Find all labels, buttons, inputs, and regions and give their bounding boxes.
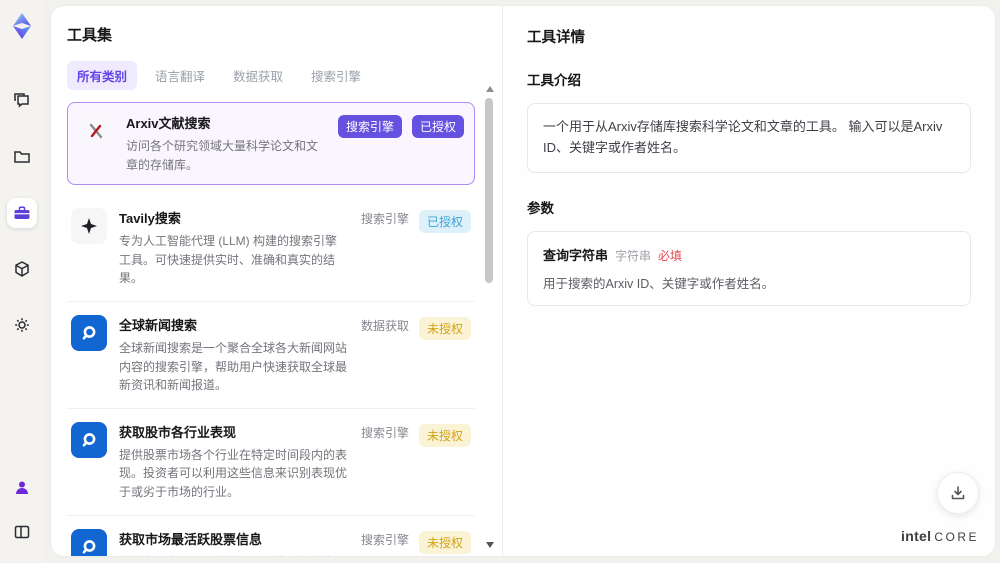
tool-list-item-global-news[interactable]: 全球新闻搜索 全球新闻搜索是一个聚合全球各大新闻网站内容的搜索引擎，帮助用户快速… — [67, 302, 475, 409]
category-tabs: 所有类别 语言翻译 数据获取 搜索引擎 — [67, 61, 475, 90]
auth-status-badge: 未授权 — [418, 316, 471, 340]
tavily-logo-icon — [71, 208, 107, 245]
sidebar-item-settings[interactable] — [7, 310, 37, 340]
category-label: 搜索引擎 — [360, 212, 409, 227]
tool-detail-panel: 工具详情 工具介绍 一个用于从Arxiv存储库搜索科学论文和文章的工具。 输入可… — [502, 6, 995, 556]
news-search-logo-icon — [71, 314, 107, 351]
param-required-badge: 必填 — [658, 248, 683, 263]
tool-list-item-arxiv[interactable]: Arxiv文献搜索 访问各个研究领域大量科学论文和文章的存储库。 搜索引擎 已授… — [67, 102, 475, 186]
list-scrollbar[interactable] — [484, 84, 494, 550]
app-sidebar — [0, 0, 44, 563]
cube-icon — [12, 259, 32, 279]
tool-list-item-most-active-stocks[interactable]: 获取市场最活跃股票信息 提供当天交易量最高的股票列表，投资者可以利用这些信息来识… — [67, 516, 475, 556]
briefcase-icon — [12, 203, 32, 223]
detail-title: 工具详情 — [527, 30, 585, 46]
auth-status-badge: 已授权 — [411, 115, 464, 138]
sidebar-item-tools[interactable] — [7, 198, 37, 228]
collapse-panel-button[interactable] — [7, 517, 37, 547]
tab-all-categories[interactable]: 所有类别 — [67, 61, 138, 90]
tool-description: 全球新闻搜索是一个聚合全球各大新闻网站内容的搜索引擎，帮助用户快速获取全球最新资… — [119, 340, 348, 393]
scroll-up-arrow[interactable] — [486, 86, 494, 92]
tool-list-panel: 工具集 所有类别 语言翻译 数据获取 搜索引擎 Arxiv文献搜索 访问各个研究… — [51, 6, 501, 556]
gear-icon — [12, 315, 32, 335]
scroll-down-arrow[interactable] — [486, 542, 494, 548]
folder-icon — [12, 147, 32, 167]
app-logo-icon — [9, 12, 35, 40]
intro-text: 一个用于从Arxiv存储库搜索科学论文和文章的工具。 输入可以是Arxiv ID… — [543, 119, 943, 155]
tool-description: 访问各个研究领域大量科学论文和文章的存储库。 — [126, 139, 319, 172]
sidebar-item-chat[interactable] — [7, 86, 37, 116]
download-icon — [949, 484, 967, 502]
category-badge: 搜索引擎 — [337, 115, 402, 138]
intro-box: 一个用于从Arxiv存储库搜索科学论文和文章的工具。 输入可以是Arxiv ID… — [527, 103, 971, 173]
tool-name: 获取股市各行业表现 — [119, 424, 237, 440]
tab-search-engine[interactable]: 搜索引擎 — [301, 61, 371, 90]
finance-logo-icon — [71, 528, 107, 556]
brand-secondary: CORE — [934, 530, 979, 544]
category-label: 搜索引擎 — [360, 425, 409, 440]
tool-list-item-sector-performance[interactable]: 获取股市各行业表现 提供股票市场各个行业在特定时间段内的表现。投资者可以利用这些… — [67, 409, 475, 516]
tool-description: 提供股票市场各个行业在特定时间段内的表现。投资者可以利用这些信息来识别表现优于或… — [119, 447, 348, 499]
auth-status-badge: 已授权 — [418, 210, 471, 234]
finance-logo-icon — [71, 421, 107, 458]
tool-name: Tavily搜索 — [119, 211, 181, 227]
category-label: 搜索引擎 — [360, 532, 409, 547]
param-description: 用于搜索的Arxiv ID、关键字或作者姓名。 — [543, 276, 775, 291]
user-avatar[interactable] — [7, 473, 37, 503]
page-title: 工具集 — [67, 27, 113, 44]
auth-status-badge: 未授权 — [418, 423, 471, 447]
tool-list-item-tavily[interactable]: Tavily搜索 专为人工智能代理 (LLM) 构建的搜索引擎工具。可快速提供实… — [67, 195, 475, 302]
tool-name: 全球新闻搜索 — [119, 317, 198, 333]
tool-name: Arxiv文献搜索 — [126, 116, 211, 131]
param-name: 查询字符串 — [543, 247, 609, 263]
auth-status-badge: 未授权 — [418, 530, 471, 554]
panel-layout-icon — [13, 523, 31, 541]
brand-primary: intel — [901, 528, 932, 544]
intel-core-logo: intel CORE — [901, 528, 979, 544]
intro-heading: 工具介绍 — [527, 73, 581, 88]
sidebar-item-files[interactable] — [7, 142, 37, 172]
main-content: 工具集 所有类别 语言翻译 数据获取 搜索引擎 Arxiv文献搜索 访问各个研究… — [50, 5, 996, 557]
param-box: 查询字符串 字符串 必填 用于搜索的Arxiv ID、关键字或作者姓名。 — [527, 230, 971, 306]
scrollbar-thumb[interactable] — [485, 98, 493, 283]
tool-name: 获取市场最活跃股票信息 — [119, 531, 263, 547]
chat-icon — [12, 91, 32, 111]
param-type: 字符串 — [615, 248, 652, 263]
download-button[interactable] — [937, 472, 979, 514]
user-icon — [13, 479, 31, 497]
arxiv-logo-icon — [78, 113, 114, 149]
params-heading: 参数 — [527, 200, 554, 216]
tab-data-fetch[interactable]: 数据获取 — [223, 61, 293, 90]
category-label: 数据获取 — [360, 318, 409, 333]
tool-description: 提供当天交易量最高的股票列表，投资者可以利用这些信息来识别流动性强的股票和潜在的… — [119, 553, 349, 556]
tool-description: 专为人工智能代理 (LLM) 构建的搜索引擎工具。可快速提供实时、准确和真实的结… — [119, 234, 338, 286]
tab-language-translation[interactable]: 语言翻译 — [145, 61, 215, 90]
sidebar-item-models[interactable] — [7, 254, 37, 284]
